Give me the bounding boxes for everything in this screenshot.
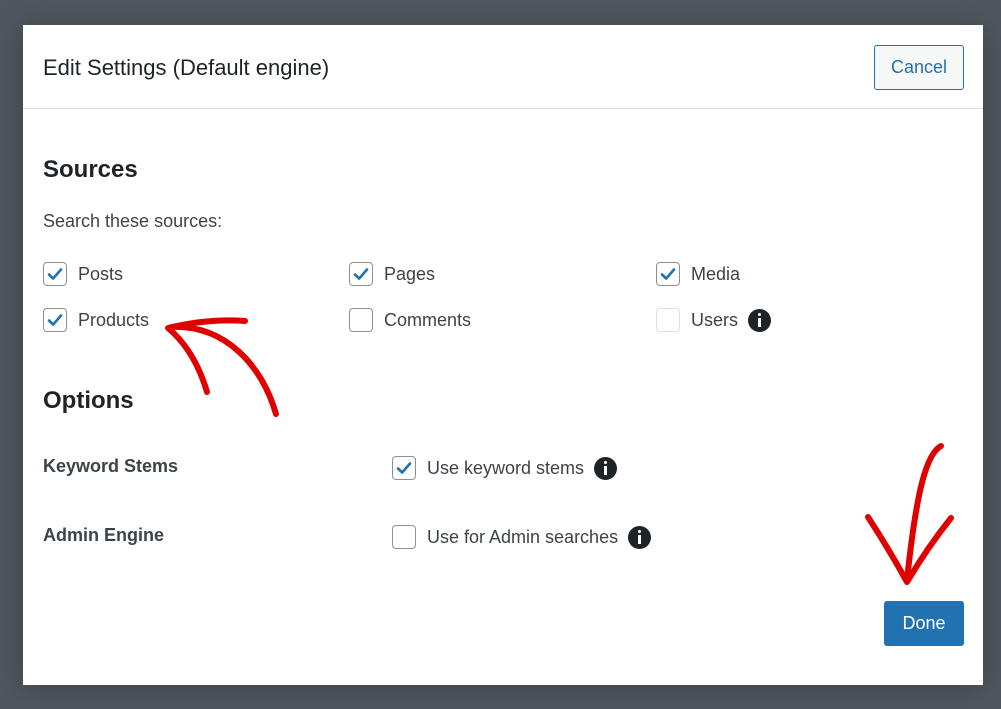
keyword-stems-option[interactable]: Use keyword stems: [392, 455, 618, 481]
cancel-button[interactable]: Cancel: [874, 45, 964, 90]
info-icon[interactable]: [594, 456, 618, 480]
products-label: Products: [78, 309, 150, 330]
keyword-stems-checkbox-label: Use keyword stems: [427, 457, 585, 478]
keyword-stems-checkbox[interactable]: [392, 456, 416, 480]
users-label: Users: [691, 309, 739, 330]
source-comments[interactable]: Comments: [349, 307, 471, 333]
pages-label: Pages: [384, 263, 436, 284]
posts-checkbox[interactable]: [43, 262, 67, 286]
source-users: Users: [656, 307, 772, 333]
products-checkbox[interactable]: [43, 308, 67, 332]
modal-title: Edit Settings (Default engine): [43, 55, 330, 80]
users-checkbox: [656, 308, 680, 332]
keyword-stems-label: Keyword Stems: [43, 456, 179, 476]
comments-checkbox[interactable]: [349, 308, 373, 332]
checkmark-icon: [396, 462, 412, 474]
source-pages[interactable]: Pages: [349, 261, 435, 287]
media-label: Media: [691, 263, 741, 284]
media-checkbox[interactable]: [656, 262, 680, 286]
done-button[interactable]: Done: [884, 601, 964, 646]
admin-engine-checkbox-label: Use for Admin searches: [427, 526, 619, 547]
sources-description: Search these sources:: [43, 211, 223, 231]
source-posts[interactable]: Posts: [43, 261, 123, 287]
checkmark-icon: [47, 268, 63, 280]
admin-engine-label: Admin Engine: [43, 525, 164, 545]
options-title: Options: [43, 387, 134, 414]
source-media[interactable]: Media: [656, 261, 740, 287]
checkmark-icon: [660, 268, 676, 280]
info-icon[interactable]: [748, 308, 772, 332]
edit-settings-modal: Edit Settings (Default engine) Cancel So…: [23, 25, 983, 685]
comments-label: Comments: [384, 309, 472, 330]
modal-header: Edit Settings (Default engine) Cancel: [23, 25, 983, 109]
admin-engine-checkbox[interactable]: [392, 525, 416, 549]
pages-checkbox[interactable]: [349, 262, 373, 286]
checkmark-icon: [47, 314, 63, 326]
source-products[interactable]: Products: [43, 307, 149, 333]
admin-engine-option[interactable]: Use for Admin searches: [392, 524, 652, 550]
sources-title: Sources: [43, 156, 138, 183]
checkmark-icon: [353, 268, 369, 280]
posts-label: Posts: [78, 263, 124, 284]
info-icon[interactable]: [628, 525, 652, 549]
